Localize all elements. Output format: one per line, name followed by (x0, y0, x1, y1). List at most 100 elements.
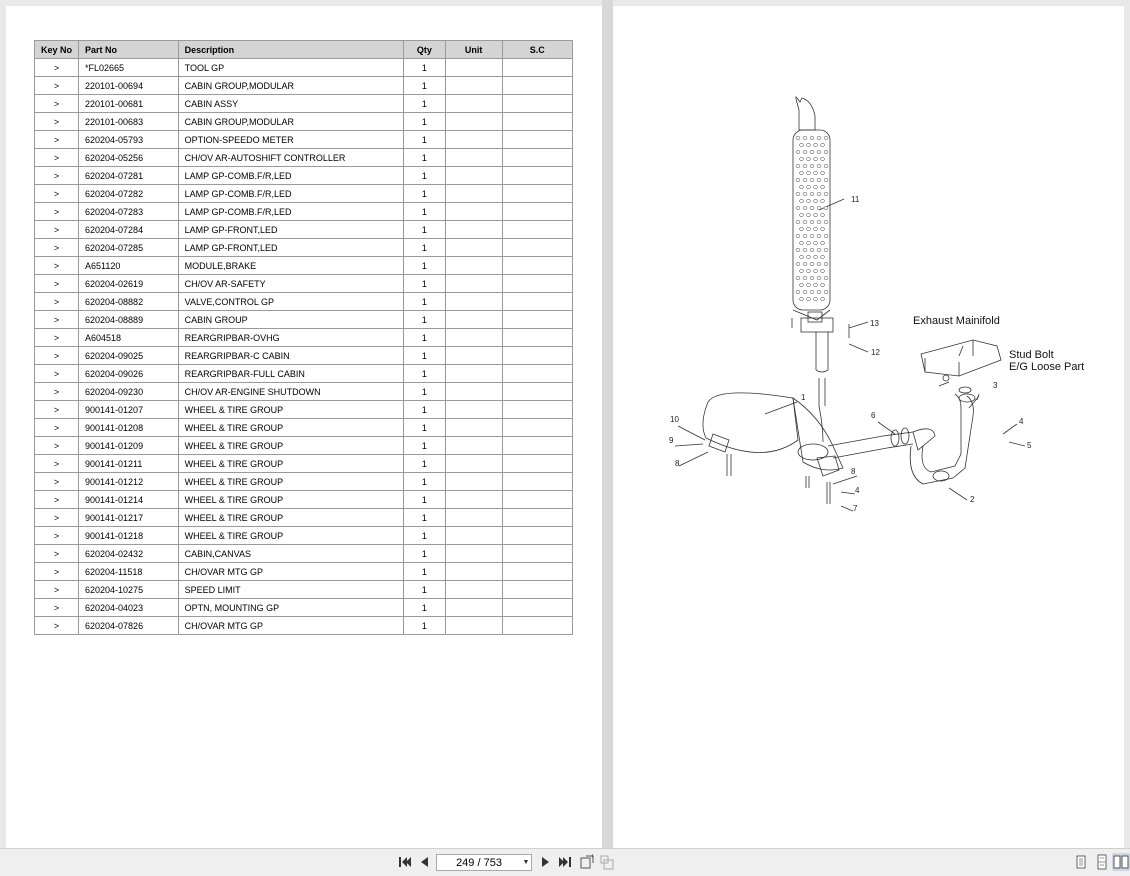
chevron-down-icon[interactable]: ▼ (521, 859, 531, 866)
unit-cell (444, 400, 503, 419)
table-row: >620204-09025 REARGRIPBAR-C CABIN 1 (33, 346, 574, 365)
perforation-hole (802, 150, 808, 154)
first-page-icon[interactable] (396, 853, 414, 871)
table-row: >900141-01211 WHEEL & TIRE GROUP 1 (33, 454, 574, 473)
perforation-hole (802, 276, 808, 280)
perforation-hole (816, 290, 822, 294)
perforation-hole (799, 241, 804, 245)
next-page-icon[interactable] (536, 853, 554, 871)
perforation-hole (799, 157, 804, 161)
unit-cell (444, 310, 503, 329)
col-header-unit: Unit (444, 40, 503, 59)
perforation-hole (809, 206, 815, 210)
table-row: >900141-01209 WHEEL & TIRE GROUP 1 (33, 436, 574, 455)
sc-cell (501, 112, 574, 131)
description-cell: CABIN,CANVAS (177, 544, 405, 563)
sc-cell (501, 346, 574, 365)
key-no-cell: > (33, 112, 80, 131)
perforation-hole (809, 276, 815, 280)
unit-cell (444, 544, 503, 563)
part-no-cell: 620204-07826 (78, 616, 179, 635)
table-row: >620204-09026 REARGRIPBAR-FULL CABIN 1 (33, 364, 574, 383)
key-no-cell: > (33, 472, 80, 491)
key-no-cell: > (33, 616, 80, 635)
rotate-ccw-icon[interactable] (598, 853, 616, 871)
key-no-cell: > (33, 454, 80, 473)
perforation-hole (809, 136, 815, 140)
perforation-hole (802, 248, 808, 252)
part-no-cell: 900141-01212 (78, 472, 179, 491)
perforation-hole (816, 178, 822, 182)
unit-cell (444, 202, 503, 221)
perforation-hole (823, 262, 829, 266)
continuous-view-icon[interactable] (1093, 853, 1111, 871)
perforation-hole (809, 262, 815, 266)
part-no-cell: 620204-10275 (78, 580, 179, 599)
last-page-icon[interactable] (556, 853, 574, 871)
description-cell: CABIN GROUP,MODULAR (177, 76, 405, 95)
qty-cell: 1 (403, 130, 446, 149)
qty-cell: 1 (403, 76, 446, 95)
description-cell: LAMP GP-COMB.F/R,LED (177, 166, 405, 185)
perforation-hole (813, 185, 818, 189)
perforation-hole (809, 220, 815, 224)
perforation-hole (823, 220, 829, 224)
qty-cell: 1 (403, 562, 446, 581)
page-number-input[interactable]: 249 / 753 ▼ (436, 854, 532, 871)
sc-cell (501, 364, 574, 383)
part-no-cell: 620204-09026 (78, 364, 179, 383)
stud-bolt-label: Stud Bolt (1009, 349, 1054, 361)
callout-3: 3 (993, 381, 998, 390)
perforation-hole (820, 157, 825, 161)
unit-cell (444, 184, 503, 203)
key-no-cell: > (33, 436, 80, 455)
sc-cell (501, 436, 574, 455)
perforation-hole (813, 213, 818, 217)
perforation-hole (809, 150, 815, 154)
qty-cell: 1 (403, 166, 446, 185)
qty-cell: 1 (403, 580, 446, 599)
sc-cell (501, 400, 574, 419)
callout-8-left: 8 (675, 459, 680, 468)
two-page-view-icon[interactable] (1112, 853, 1130, 871)
perforation-hole (799, 297, 804, 301)
perforation-hole (816, 234, 822, 238)
perforation-hole (806, 185, 811, 189)
qty-cell: 1 (403, 508, 446, 527)
table-row: >620204-11518 CH/OVAR MTG GP 1 (33, 562, 574, 581)
description-cell: VALVE,CONTROL GP (177, 292, 405, 311)
key-no-cell: > (33, 364, 80, 383)
perforation-hole (795, 290, 801, 294)
perforation-hole (802, 206, 808, 210)
callout-9: 9 (669, 436, 674, 445)
prev-page-icon[interactable] (416, 853, 434, 871)
qty-cell: 1 (403, 364, 446, 383)
eg-loose-part-label: E/G Loose Part (1009, 361, 1084, 373)
perforation-hole (816, 206, 822, 210)
single-page-view-icon[interactable] (1072, 853, 1090, 871)
perforation-hole (823, 234, 829, 238)
perforation-hole (823, 206, 829, 210)
table-row: >620204-04023 OPTN, MOUNTING GP 1 (33, 598, 574, 617)
qty-cell: 1 (403, 310, 446, 329)
rotate-icon[interactable] (578, 853, 596, 871)
qty-cell: 1 (403, 220, 446, 239)
sc-cell (501, 544, 574, 563)
perforation-hole (809, 192, 815, 196)
description-cell: LAMP GP-COMB.F/R,LED (177, 184, 405, 203)
qty-cell: 1 (403, 418, 446, 437)
sc-cell (501, 76, 574, 95)
callout-6: 6 (871, 411, 876, 420)
table-row: >620204-07284 LAMP GP-FRONT,LED 1 (33, 220, 574, 239)
key-no-cell: > (33, 562, 80, 581)
description-cell: WHEEL & TIRE GROUP (177, 526, 405, 545)
description-cell: CH/OVAR MTG GP (177, 616, 405, 635)
perforation-hole (816, 276, 822, 280)
perforation-hole (820, 143, 825, 147)
description-cell: MODULE,BRAKE (177, 256, 405, 275)
unit-cell (444, 328, 503, 347)
perforation-hole (802, 234, 808, 238)
sc-cell (501, 256, 574, 275)
perforation-hole (809, 234, 815, 238)
description-cell: WHEEL & TIRE GROUP (177, 472, 405, 491)
